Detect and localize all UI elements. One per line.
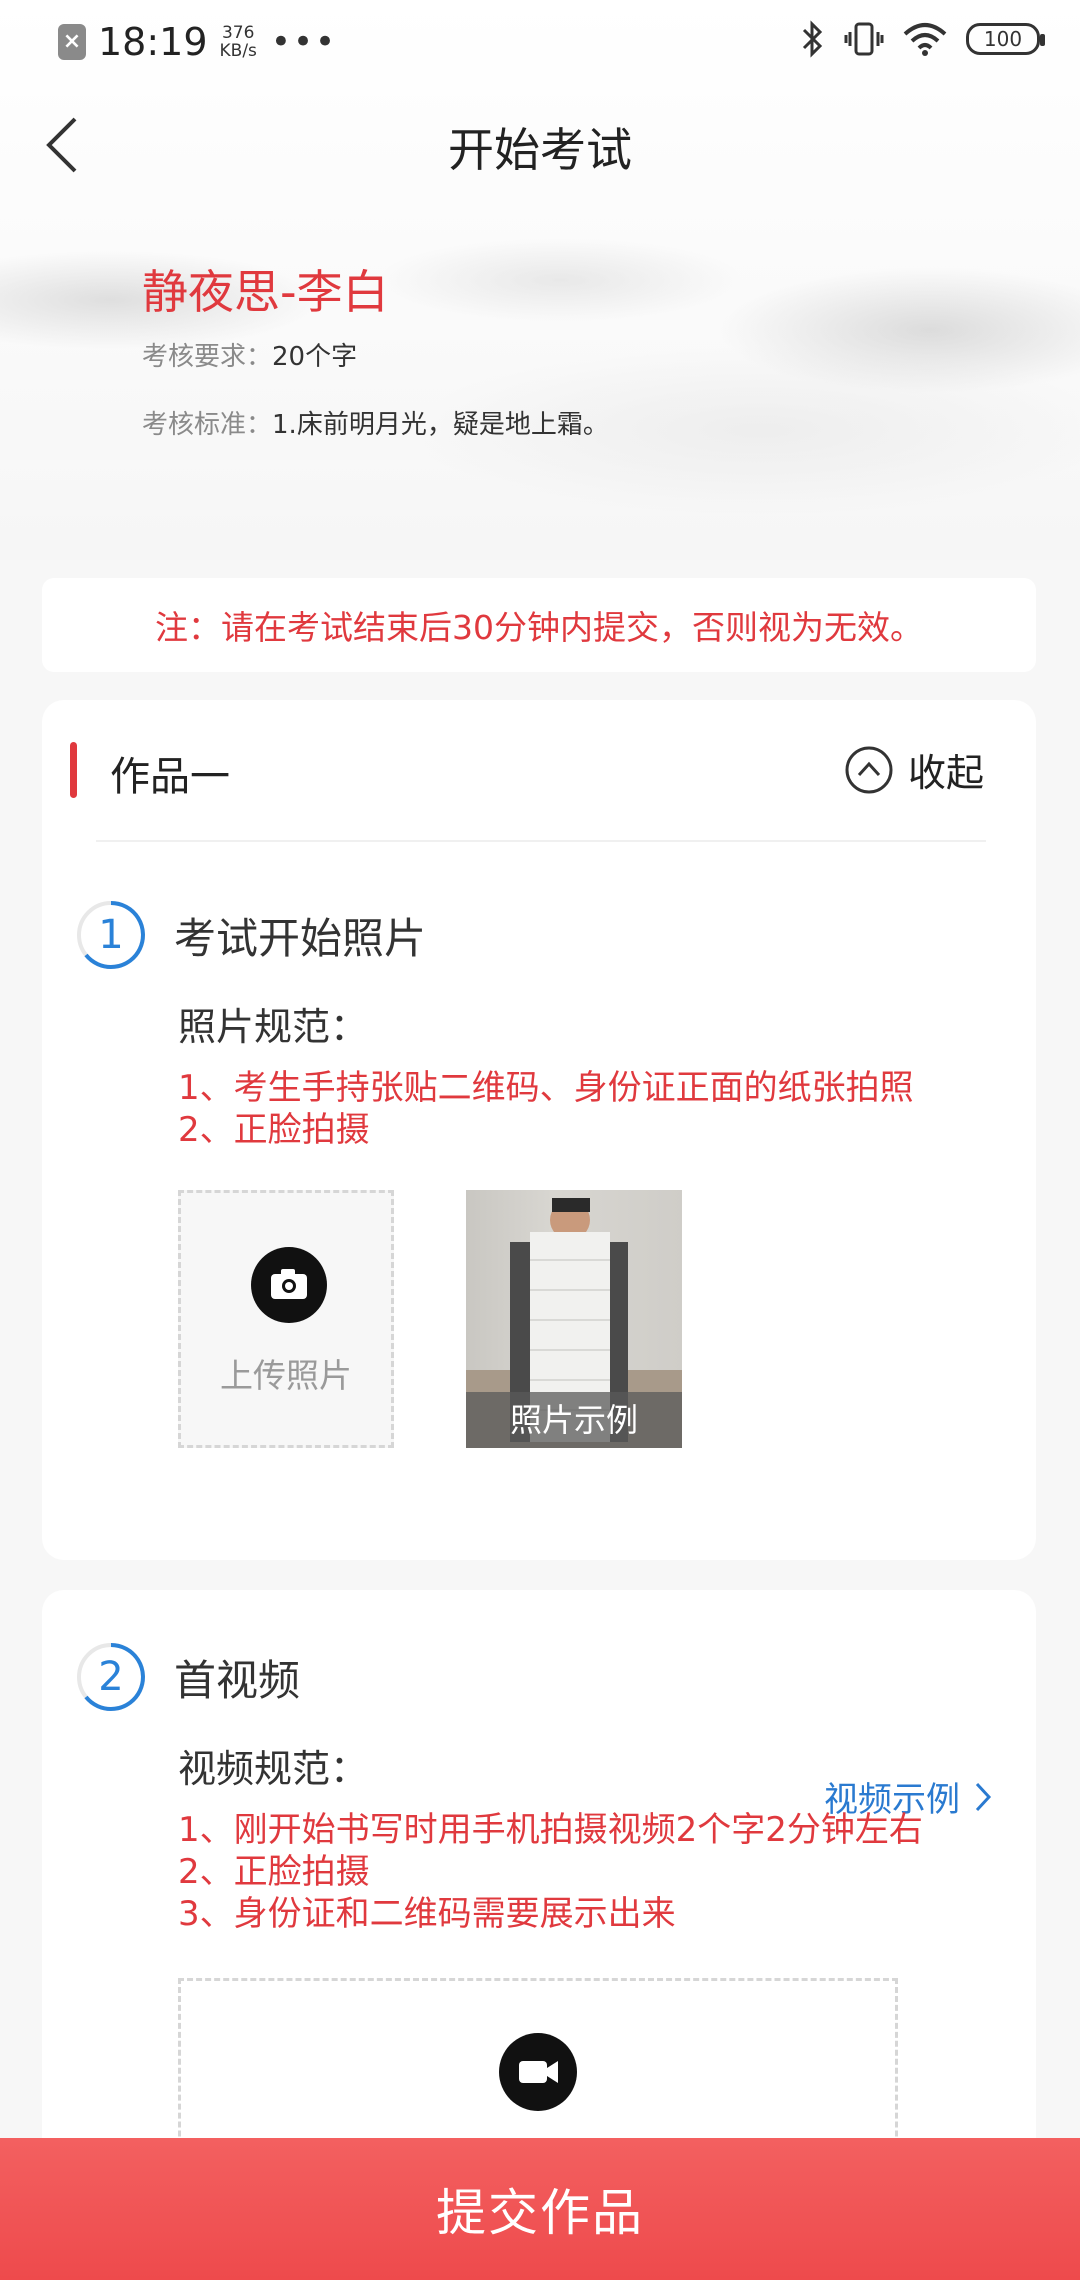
bluetooth-icon [802, 20, 823, 58]
photo-rule: 2、正脸拍摄 [178, 1110, 370, 1150]
exam-title: 静夜思-李白 [142, 265, 389, 319]
notification-icon: × [58, 24, 86, 60]
video-rule: 3、身份证和二维码需要展示出来 [178, 1894, 676, 1934]
vibrate-icon [844, 22, 884, 56]
photo-spec-label: 照片规范： [178, 1005, 369, 1049]
battery-icon: 100 [966, 23, 1045, 55]
camera-icon [251, 1247, 327, 1323]
status-time: 18:19 [98, 20, 208, 64]
example-photo[interactable]: 照片示例 [466, 1190, 682, 1448]
wifi-icon [903, 23, 947, 56]
exam-page: × 18:19 376 KB/s ••• 100 开始考试 静夜思-李白 考核要… [0, 0, 1080, 2280]
chevron-up-circle-icon [845, 746, 893, 793]
video-camera-icon [499, 2033, 577, 2111]
chevron-right-icon [975, 1782, 992, 1811]
upload-photo-button[interactable]: 上传照片 [178, 1190, 394, 1448]
video-spec-label: 视频规范： [178, 1747, 369, 1791]
nav-bar: 开始考试 [0, 100, 1080, 190]
requirement-row: 考核要求：20个字 [142, 342, 358, 372]
status-bar: × 18:19 376 KB/s ••• 100 [0, 0, 1080, 84]
step-2-title: 首视频 [174, 1655, 301, 1705]
work-card: 作品一 收起 1 考试开始照片 照片规范： 1、考生手持张贴二维码、身份证正面的… [42, 700, 1036, 1560]
upload-photo-label: 上传照片 [220, 1356, 352, 1395]
more-notifications-icon: ••• [270, 22, 338, 62]
work-title: 作品一 [110, 754, 230, 800]
section-marker [70, 742, 77, 798]
step-1-header: 1 考试开始照片 [76, 900, 426, 970]
work-header: 作品一 收起 [42, 736, 1036, 808]
divider [96, 840, 986, 842]
network-speed: 376 KB/s [219, 23, 257, 61]
step-2-header: 2 首视频 [76, 1642, 300, 1712]
step-1-badge: 1 [76, 900, 146, 970]
step-2-badge: 2 [76, 1642, 146, 1712]
example-caption: 照片示例 [466, 1392, 682, 1448]
standard-row: 考核标准：1.床前明月光，疑是地上霜。 [142, 410, 609, 440]
collapse-button[interactable]: 收起 [844, 742, 984, 797]
step-1-title: 考试开始照片 [174, 913, 427, 963]
submit-button[interactable]: 提交作品 [0, 2138, 1080, 2280]
deadline-notice: 注：请在考试结束后30分钟内提交，否则视为无效。 [42, 578, 1036, 672]
page-title: 开始考试 [448, 123, 632, 177]
